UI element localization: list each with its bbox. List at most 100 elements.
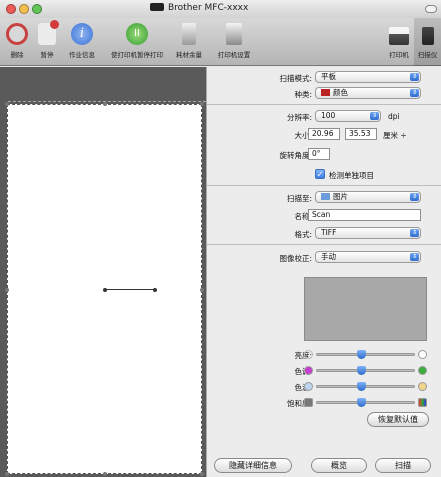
detect-label: 检测单独项目	[329, 171, 374, 180]
size-height-field[interactable]: 35.53	[345, 128, 377, 140]
resolution-select[interactable]: 100 ⇕	[315, 110, 381, 122]
scan-page-preview[interactable]	[5, 102, 204, 476]
scanner-tab[interactable]: 扫描仪	[414, 18, 441, 66]
title-bar: Brother MFC-xxxx	[0, 0, 441, 18]
scan-mode-row: 扫描模式: 平板 ⇕	[207, 71, 441, 85]
supply-levels-icon	[182, 23, 196, 45]
name-field[interactable]: Scan	[308, 209, 421, 221]
brightness-row: 亮度:	[207, 348, 441, 362]
settings-panel: 扫描模式: 平板 ⇕ 种类: 颜色 ⇕ 分辨率: 100 ⇕ dpi 大小: 20.9…	[206, 67, 441, 477]
slider-knob[interactable]	[356, 350, 366, 359]
rotation-field[interactable]: 0°	[308, 148, 330, 160]
minimize-button[interactable]	[19, 4, 29, 14]
window-title-text: Brother MFC-xxxx	[168, 3, 249, 13]
rotation-handle-line	[105, 289, 155, 290]
grayscale-icon	[304, 398, 313, 407]
scan-mode-value: 平板	[321, 72, 336, 81]
slider-knob[interactable]	[356, 398, 366, 407]
divider	[207, 244, 441, 245]
scan-button[interactable]: 扫描	[375, 458, 431, 473]
job-info-label: 作业信息	[69, 51, 95, 59]
detect-checkbox[interactable]: ✓	[315, 169, 325, 179]
chevron-updown-icon: ⇕	[410, 73, 419, 81]
chevron-updown-icon: ⇕	[410, 89, 419, 97]
resolution-label: 分辨率:	[286, 113, 312, 122]
supply-levels-button[interactable]: 耗材余量	[170, 18, 208, 66]
crop-handle[interactable]	[200, 288, 204, 292]
brightness-slider[interactable]	[304, 348, 427, 362]
tint-slider[interactable]	[304, 364, 427, 378]
cool-icon	[304, 382, 313, 391]
color-icon	[321, 89, 330, 96]
delete-button[interactable]: 删除	[2, 18, 32, 66]
correction-row: 图像校正: 手动 ⇕	[207, 251, 441, 265]
crop-handle[interactable]	[200, 102, 204, 106]
scan-preview-area[interactable]	[0, 67, 206, 477]
crop-handle[interactable]	[103, 102, 107, 106]
overview-button[interactable]: 概览	[311, 458, 367, 473]
restore-defaults-button[interactable]: 恢复默认值	[367, 412, 429, 427]
scanner-icon	[421, 27, 434, 45]
crop-handle[interactable]	[200, 472, 204, 476]
chevron-updown-icon: ⇕	[410, 229, 419, 237]
temperature-row: 色温:	[207, 380, 441, 394]
chevron-updown-icon: ⇕	[370, 112, 379, 120]
histogram	[304, 277, 427, 341]
kind-select[interactable]: 颜色 ⇕	[315, 87, 421, 99]
format-value: TIFF	[321, 228, 337, 237]
window-title: Brother MFC-xxxx	[150, 3, 330, 13]
magenta-icon	[304, 366, 313, 375]
slider-knob[interactable]	[356, 382, 366, 391]
green-icon	[418, 366, 427, 375]
scan-to-value: 图片	[333, 192, 348, 201]
detect-row: ✓ 检测单独项目	[207, 168, 441, 182]
printer-setup-icon	[226, 23, 242, 45]
printer-setup-button[interactable]: 打印机设置	[210, 18, 258, 66]
close-button[interactable]	[6, 4, 16, 14]
format-label: 格式:	[294, 230, 312, 239]
rotation-row: 旋转角度: 0°	[207, 148, 441, 162]
pause-button[interactable]: 暂停	[32, 18, 62, 66]
color-saturation-icon	[418, 398, 427, 407]
kind-value: 颜色	[333, 88, 348, 97]
correction-select[interactable]: 手动 ⇕	[315, 251, 421, 263]
scanner-tab-label: 扫描仪	[417, 51, 438, 59]
printer-setup-label: 打印机设置	[217, 51, 251, 59]
zoom-button[interactable]	[32, 4, 42, 14]
resume-printer-label: 使打印机暂停打印	[111, 51, 163, 59]
crop-handle[interactable]	[103, 472, 107, 476]
saturation-slider[interactable]	[304, 396, 427, 410]
crop-handle[interactable]	[5, 288, 9, 292]
toolbar: 删除 暂停 i 作业信息 II 使打印机暂停打印 耗材余量 打印机设置 打印机	[0, 18, 441, 66]
warm-icon	[418, 382, 427, 391]
temperature-slider[interactable]	[304, 380, 427, 394]
size-unit-select[interactable]: 厘米 ÷	[383, 130, 407, 141]
hide-details-button[interactable]: 隐藏详细信息	[214, 458, 292, 473]
resolution-value: 100	[321, 111, 336, 120]
rotation-handle[interactable]	[103, 288, 107, 292]
slider-knob[interactable]	[356, 366, 366, 375]
crop-handle[interactable]	[5, 472, 9, 476]
pause-icon	[38, 20, 59, 45]
delete-label: 删除	[10, 51, 24, 59]
job-info-button[interactable]: i 作业信息	[62, 18, 102, 66]
size-width-field[interactable]: 20.96	[308, 128, 340, 140]
scan-to-row: 扫描至: 图片 ⇕	[207, 191, 441, 205]
scan-mode-select[interactable]: 平板 ⇕	[315, 71, 421, 83]
name-row: 名称: Scan	[207, 209, 441, 223]
toolbar-toggle-button[interactable]	[425, 5, 437, 13]
pause-circle-icon: II	[126, 23, 148, 45]
format-row: 格式: TIFF ⇕	[207, 227, 441, 241]
printer-tab[interactable]: 打印机	[384, 18, 414, 66]
crop-handle[interactable]	[5, 102, 9, 106]
resume-printer-button[interactable]: II 使打印机暂停打印	[104, 18, 170, 66]
format-select[interactable]: TIFF ⇕	[315, 227, 421, 239]
resolution-row: 分辨率: 100 ⇕ dpi	[207, 110, 441, 124]
delete-icon	[6, 23, 28, 45]
rotation-handle[interactable]	[153, 288, 157, 292]
scan-to-label: 扫描至:	[286, 194, 312, 203]
folder-icon	[321, 193, 330, 200]
divider	[207, 104, 441, 105]
pause-label: 暂停	[40, 51, 54, 59]
scan-to-select[interactable]: 图片 ⇕	[315, 191, 421, 203]
